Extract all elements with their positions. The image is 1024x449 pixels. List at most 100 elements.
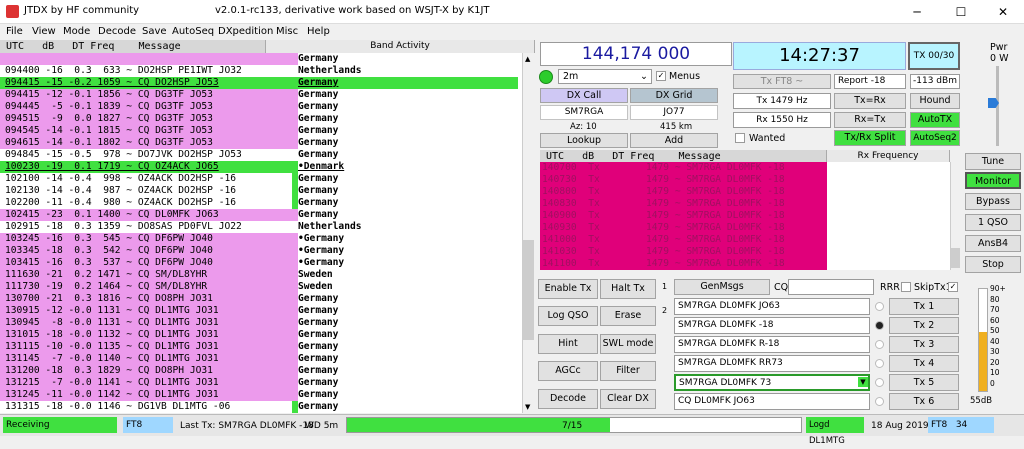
tx3-radio[interactable] — [875, 340, 884, 349]
tx-eq-rx-button[interactable]: Tx=Rx — [834, 93, 906, 109]
menus-checkbox[interactable]: ✓ — [656, 71, 666, 81]
menu-decode[interactable]: Decode — [98, 26, 136, 37]
menu-dxpedition[interactable]: DXpedition — [218, 26, 273, 37]
tx2-message-field[interactable]: SM7RGA DL0MFK -18 — [674, 317, 870, 334]
tx6-radio[interactable] — [875, 397, 884, 406]
tx2-button[interactable]: Tx 2 — [889, 317, 959, 334]
chevron-down-icon[interactable]: ▼ — [858, 377, 868, 387]
band-row[interactable]: 131200 -18 0.3 1829 ~ CQ DO8PH JO31 Germa… — [0, 365, 522, 377]
menu-autoseq[interactable]: AutoSeq — [172, 26, 214, 37]
rrr-checkbox[interactable] — [901, 282, 911, 292]
one-qso-button[interactable]: 1 QSO — [965, 214, 1021, 231]
tab-1[interactable]: 1 — [662, 282, 667, 291]
rx-scrollbar-thumb[interactable] — [951, 248, 960, 268]
band-row[interactable]: 094545 -14 -0.1 1815 ~ CQ DG3TF JO53 Germ… — [0, 125, 522, 137]
band-row[interactable]: 131245 -11 -0.0 1142 ~ CQ DL1MTG JO31 Ger… — [0, 389, 522, 401]
band-row[interactable]: 094515 -9 0.0 1827 ~ CQ DG3TF JO53 German… — [0, 113, 522, 125]
lookup-button[interactable]: Lookup — [540, 133, 628, 148]
autotx-button[interactable]: AutoTX — [910, 112, 960, 128]
clear-dx-button[interactable]: Clear DX — [600, 389, 656, 409]
band-row[interactable]: 094415 -15 -0.2 1059 ~ CQ DO2HSP JO53 Ger… — [0, 77, 522, 89]
band-row[interactable]: 111730 -19 0.2 1464 ~ CQ SM/DL8YHR Sweden — [0, 281, 522, 293]
menu-mode[interactable]: Mode — [63, 26, 90, 37]
band-row[interactable]: 131015 -18 -0.0 1132 ~ CQ DL1MTG JO31 Ger… — [0, 329, 522, 341]
tx5-button[interactable]: Tx 5 — [889, 374, 959, 391]
hint-button[interactable]: Hint — [538, 334, 598, 354]
band-row[interactable]: 102200 -11 -0.4 980 ~ OZ4ACK DO2HSP -16 G… — [0, 197, 522, 209]
band-row[interactable]: 094845 -15 -0.5 978 ~ DO7JVK DO2HSP JO53… — [0, 149, 522, 161]
dx-call-button[interactable]: DX Call — [540, 88, 628, 103]
rx-row[interactable]: 140830 Tx 1479 ~ SM7RGA DL0MFK -18 — [540, 198, 827, 210]
monitor-button[interactable]: Monitor — [965, 172, 1021, 189]
agcc-button[interactable]: AGCc — [538, 361, 598, 381]
menu-save[interactable]: Save — [142, 26, 167, 37]
genmsgs-button[interactable]: GenMsgs — [674, 279, 770, 295]
wanted-checkbox[interactable] — [735, 133, 745, 143]
band-row[interactable]: 102915 -18 0.3 1359 ~ DO8SAS PD0FVL JO22… — [0, 221, 522, 233]
bypass-button[interactable]: Bypass — [965, 193, 1021, 210]
tx3-button[interactable]: Tx 3 — [889, 336, 959, 353]
menu-view[interactable]: View — [32, 26, 56, 37]
swl-mode-button[interactable]: SWL mode — [600, 334, 656, 354]
tx2-radio[interactable] — [875, 321, 884, 330]
decode-button[interactable]: Decode — [538, 389, 598, 409]
tune-button[interactable]: Tune — [965, 153, 1021, 170]
band-row[interactable]: 111630 -21 0.2 1471 ~ CQ SM/DL8YHR Sweden — [0, 269, 522, 281]
scrollbar-thumb[interactable] — [523, 240, 534, 340]
tx3-message-field[interactable]: SM7RGA DL0MFK R-18 — [674, 336, 870, 353]
rx-row[interactable]: 141000 Tx 1479 ~ SM7RGA DL0MFK -18 — [540, 234, 827, 246]
ansb4-button[interactable]: AnsB4 — [965, 235, 1021, 252]
band-row[interactable]: 102415 -23 0.1 1400 ~ CQ DL0MFK JO63 Germ… — [0, 209, 522, 221]
rx-row[interactable]: 140930 Tx 1479 ~ SM7RGA DL0MFK -18 — [540, 222, 827, 234]
tx-frequency-spinbox[interactable]: Tx 1479 Hz — [733, 93, 831, 109]
band-row[interactable]: 131315 -18 -0.0 1146 ~ DG1VB DL1MTG -06 G… — [0, 401, 522, 413]
tx5-message-field[interactable]: SM7RGA DL0MFK 73 — [674, 374, 870, 391]
band-activity-scrollbar[interactable] — [522, 53, 535, 413]
rx-row[interactable]: 140800 Tx 1479 ~ SM7RGA DL0MFK -18 — [540, 186, 827, 198]
rx-row[interactable]: 141100 Tx 1479 ~ SM7RGA DL0MFK -18 — [540, 258, 827, 270]
dx-call-field[interactable]: SM7RGA — [540, 105, 628, 120]
autoseq2-button[interactable]: AutoSeq2 — [910, 130, 960, 146]
band-row[interactable]: 131145 -7 -0.0 1140 ~ CQ DL1MTG JO31 Germ… — [0, 353, 522, 365]
tx1-radio[interactable] — [875, 302, 884, 311]
tx1-button[interactable]: Tx 1 — [889, 298, 959, 315]
band-row[interactable]: 094615 -14 -0.1 1802 ~ CQ DG3TF JO53 Germ… — [0, 137, 522, 149]
band-row[interactable]: 094415 -12 -0.1 1856 ~ CQ DG3TF JO53 Germ… — [0, 89, 522, 101]
rx-row[interactable]: 140700 Tx 1479 ~ SM7RGA DL0MFK -18 — [540, 162, 827, 174]
tx6-message-field[interactable]: CQ DL0MFK JO63 — [674, 393, 870, 410]
tx4-button[interactable]: Tx 4 — [889, 355, 959, 372]
band-row[interactable]: 102100 -14 -0.4 998 ~ OZ4ACK DO2HSP -16 G… — [0, 173, 522, 185]
rx-frequency-spinbox[interactable]: Rx 1550 Hz — [733, 112, 831, 128]
enable-tx-button[interactable]: Enable Tx — [538, 279, 598, 299]
close-button[interactable]: ✕ — [982, 0, 1024, 24]
tx-period-indicator[interactable]: TX 00/30 — [908, 42, 960, 70]
band-row[interactable]: 094400 -16 0.3 633 ~ DO2HSP PE1IWT JO32 N… — [0, 65, 522, 77]
band-row[interactable]: 131115 -10 -0.0 1135 ~ CQ DL1MTG JO31 Ger… — [0, 341, 522, 353]
hound-button[interactable]: Hound — [910, 93, 960, 109]
dial-frequency[interactable]: 144,174 000 — [540, 42, 732, 66]
menu-file[interactable]: File — [6, 26, 23, 37]
band-activity-list[interactable]: Germany 094400 -16 0.3 633 ~ DO2HSP PE1IW… — [0, 53, 522, 413]
band-row[interactable]: 130915 -12 -0.0 1131 ~ CQ DL1MTG JO31 Ger… — [0, 305, 522, 317]
rx-row[interactable]: 141030 Tx 1479 ~ SM7RGA DL0MFK -18 — [540, 246, 827, 258]
scroll-down-icon[interactable]: ▼ — [525, 403, 530, 411]
skiptx1-checkbox[interactable]: ✓ — [948, 282, 958, 292]
add-button[interactable]: Add — [630, 133, 718, 148]
band-row[interactable]: Germany — [0, 53, 522, 65]
rx-frequency-list[interactable]: 140700 Tx 1479 ~ SM7RGA DL0MFK -18 140730… — [540, 162, 950, 270]
report-spinbox[interactable]: Report -18 — [834, 74, 906, 89]
band-row[interactable]: 131215 -7 -0.0 1141 ~ CQ DL1MTG JO31 Germ… — [0, 377, 522, 389]
band-row[interactable]: 100230 -19 0.1 1719 ~ CQ OZ4ACK JO65 •Den… — [0, 161, 522, 173]
maximize-button[interactable]: ☐ — [940, 0, 982, 24]
log-qso-button[interactable]: Log QSO — [538, 306, 598, 326]
band-row[interactable]: 094445 -5 -0.1 1839 ~ CQ DG3TF JO53 Germa… — [0, 101, 522, 113]
cq-input[interactable] — [788, 279, 874, 295]
rx-eq-tx-button[interactable]: Rx=Tx — [834, 112, 906, 128]
rx-row[interactable]: 140730 Tx 1479 ~ SM7RGA DL0MFK -18 — [540, 174, 827, 186]
tx1-message-field[interactable]: SM7RGA DL0MFK JO63 — [674, 298, 870, 315]
rx-row[interactable]: 140900 Tx 1479 ~ SM7RGA DL0MFK -18 — [540, 210, 827, 222]
dx-grid-button[interactable]: DX Grid — [630, 88, 718, 103]
filter-button[interactable]: Filter — [600, 361, 656, 381]
menu-help[interactable]: Help — [307, 26, 330, 37]
tx-rx-split-button[interactable]: Tx/Rx Split — [834, 130, 906, 146]
